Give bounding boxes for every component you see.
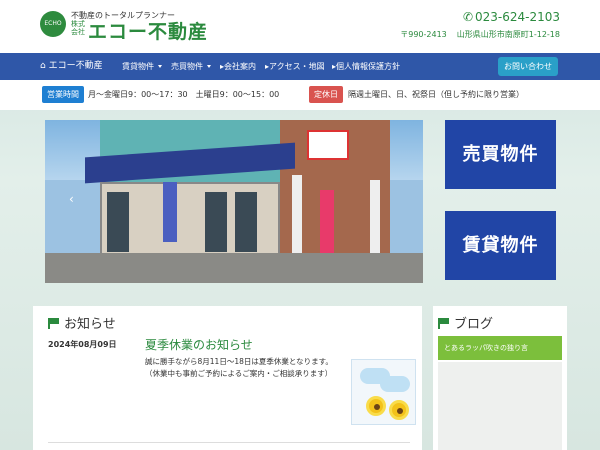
postal-code: 〒990-2413: [400, 30, 447, 39]
nav-privacy[interactable]: ▸個人情報保護方針: [332, 53, 400, 80]
blog-link[interactable]: とあるラッパ吹きの独り言: [438, 336, 562, 360]
divider: [48, 442, 410, 443]
nav-company[interactable]: ▸会社案内: [220, 53, 256, 80]
sunflower-shape: [366, 396, 386, 416]
nav-rental[interactable]: 賃貸物件: [122, 53, 162, 80]
nav-access[interactable]: ▸アクセス・地図: [265, 53, 325, 80]
nav-sale[interactable]: 売買物件: [171, 53, 211, 80]
photo-banner: [163, 182, 177, 242]
phone-number[interactable]: ✆ 023-624-2103: [463, 10, 560, 24]
blog-preview: [438, 362, 562, 450]
logo-icon[interactable]: ECHO: [40, 11, 66, 37]
photo-window: [205, 192, 227, 252]
sunflower-shape: [389, 400, 409, 420]
main-nav: ⌂ エコー不動産 賃貸物件 売買物件 ▸会社案内 ▸アクセス・地図 ▸個人情報保…: [0, 53, 600, 80]
nav-rental-label: 賃貸物件: [122, 62, 154, 71]
news-date: 2024年08月09日: [48, 340, 117, 349]
blog-section: ブログ とあるラッパ吹きの独り言: [433, 306, 567, 450]
site-header: ECHO 不動産のトータルプランナー 株式会社 エコー不動産 ✆ 023-624-…: [0, 0, 600, 53]
photo-ground: [45, 253, 423, 283]
rental-properties-button[interactable]: 賃貸物件: [445, 211, 556, 280]
business-hours-bar: 営業時間 月～金曜日9：00～17：30 土曜日9：00～15：00 定休日 隔…: [0, 80, 600, 110]
company-name[interactable]: エコー不動産: [88, 17, 208, 44]
news-headline[interactable]: 夏季休業のお知らせ: [145, 336, 253, 353]
sale-properties-button[interactable]: 売買物件: [445, 120, 556, 189]
chevron-down-icon: [158, 65, 162, 68]
photo-window: [107, 192, 129, 252]
kabushiki-label: 株式会社: [71, 20, 85, 36]
phone-icon: ✆: [462, 10, 474, 24]
chevron-down-icon: [207, 65, 211, 68]
photo-sign: [307, 130, 349, 160]
address: 〒990-2413 山形県山形市南原町1-12-18: [390, 29, 560, 40]
photo-window: [235, 192, 257, 252]
nav-company-label: 会社案内: [224, 62, 257, 71]
closed-days-text: 隔週土曜日、日、祝祭日（但し予約に限り営業）: [348, 90, 524, 99]
street-address: 山形県山形市南原町1-12-18: [456, 30, 560, 39]
photo-column: [370, 180, 380, 260]
nav-access-label: アクセス・地図: [269, 62, 325, 71]
nav-home-label: エコー不動産: [48, 61, 103, 71]
contact-button[interactable]: お問い合わせ: [498, 57, 558, 76]
nav-home[interactable]: ⌂ エコー不動産: [40, 53, 103, 80]
news-heading-text: お知らせ: [64, 317, 116, 332]
nav-privacy-label: 個人情報保護方針: [336, 62, 401, 71]
flag-icon: [438, 318, 450, 329]
storefront-slider[interactable]: ‹: [45, 120, 423, 283]
closed-days-badge: 定休日: [309, 86, 343, 103]
news-body: 誠に勝手ながら8月11日～18日は夏季休業となります。 （休業中も事前ご予約によ…: [145, 356, 365, 380]
news-section: お知らせ 2024年08月09日 夏季休業のお知らせ 誠に勝手ながら8月11日～…: [33, 306, 422, 450]
photo-banner: [320, 190, 334, 254]
nav-sale-label: 売買物件: [171, 62, 203, 71]
blog-heading: ブログ: [438, 313, 493, 332]
photo-column: [292, 175, 302, 265]
home-icon: ⌂: [40, 61, 46, 71]
cloud-shape: [380, 376, 410, 392]
blog-heading-text: ブログ: [454, 317, 494, 332]
sunflower-image: [351, 359, 416, 425]
phone-text: 023-624-2103: [474, 10, 560, 24]
news-body-line: 誠に勝手ながら8月11日～18日は夏季休業となります。: [145, 357, 333, 366]
slider-prev-icon[interactable]: ‹: [69, 192, 74, 206]
news-body-line: （休業中も事前ご予約によるご案内・ご相談承ります）: [145, 369, 333, 378]
flag-icon: [48, 318, 60, 329]
open-hours-badge: 営業時間: [42, 86, 84, 103]
news-heading: お知らせ: [48, 313, 116, 332]
open-hours-text: 月～金曜日9：00～17：30 土曜日9：00～15：00: [88, 90, 280, 99]
